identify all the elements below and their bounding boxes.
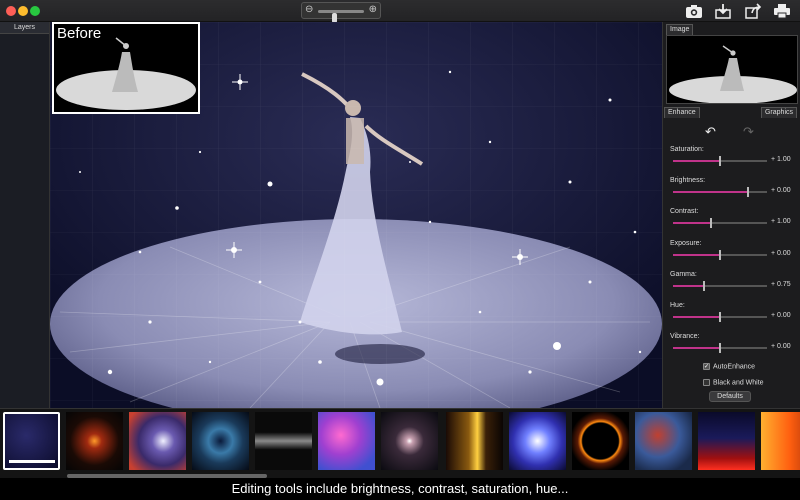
image-canvas[interactable]: Before (50, 22, 662, 408)
slider-fill (673, 284, 705, 287)
filmstrip-thumb-8[interactable] (446, 412, 503, 470)
slider-knob[interactable] (719, 343, 721, 354)
slider-label: Gamma: (670, 270, 697, 278)
slider-value: + 1.00 (771, 218, 791, 226)
zoom-control: ⊖ ⊕ (301, 2, 381, 23)
slider-knob[interactable] (719, 156, 721, 166)
slider-row: Brightness: + 0.00 (663, 177, 800, 205)
filmstrip-thumb-6[interactable] (318, 412, 375, 470)
window-title-bar: ⊖ ⊕ (0, 0, 800, 23)
tab-image[interactable]: Image (666, 24, 694, 35)
close-window-button[interactable] (6, 6, 16, 16)
filmstrip-thumb-7[interactable] (381, 412, 438, 470)
slider-label: Contrast: (670, 208, 699, 216)
slider-fill (673, 160, 720, 162)
slider-label: Hue: (670, 302, 685, 309)
slider-track[interactable] (673, 218, 767, 229)
slider-fill (673, 316, 720, 318)
print-icon[interactable] (773, 3, 791, 19)
image-preview (666, 35, 798, 104)
thumb-progress-bar (9, 460, 55, 463)
checkbox-checked-icon[interactable]: ✓ (703, 363, 710, 370)
slider-label: Brightness: (670, 177, 706, 185)
filmstrip-thumb-5[interactable] (255, 412, 312, 470)
black-white-checkbox[interactable]: Black and White (703, 379, 764, 386)
slider-track[interactable] (673, 156, 767, 166)
filmstrip-thumb-1[interactable] (3, 412, 60, 470)
export-icon[interactable] (714, 3, 732, 19)
slider-track[interactable] (673, 249, 767, 260)
slider-value: + 0.75 (771, 280, 791, 288)
slider-value: + 1.00 (771, 156, 791, 163)
slider-row: Hue: + 0.00 (663, 302, 800, 330)
filmstrip-thumb-3[interactable] (129, 412, 186, 470)
zoom-out-icon[interactable]: ⊖ (305, 4, 313, 15)
filmstrip-thumb-13[interactable] (761, 412, 800, 470)
slider-row: Saturation: + 1.00 (663, 146, 800, 174)
slider-fill (673, 191, 749, 194)
auto-enhance-checkbox[interactable]: ✓ AutoEnhance (703, 363, 755, 370)
filmstrip-thumb-4[interactable] (192, 412, 249, 470)
slider-fill (673, 253, 720, 256)
slider-track[interactable] (673, 280, 767, 291)
slider-label: Vibrance: (670, 333, 700, 341)
slider-value: + 0.00 (771, 343, 791, 351)
filmstrip-thumb-9[interactable] (509, 412, 566, 470)
undo-icon[interactable]: ↶ (705, 124, 716, 140)
slider-knob[interactable] (719, 249, 721, 260)
slider-knob[interactable] (747, 187, 750, 198)
slider-row: Vibrance: + 0.00 (663, 333, 800, 361)
slider-knob[interactable] (719, 312, 721, 322)
tab-graphics[interactable]: Graphics (760, 107, 797, 118)
slider-value: + 0.00 (771, 249, 791, 257)
before-preview[interactable]: Before (52, 22, 200, 114)
slider-track[interactable] (673, 343, 767, 354)
slider-row: Gamma: + 0.75 (663, 271, 800, 299)
filmstrip (0, 408, 800, 478)
filmstrip-thumb-12[interactable] (698, 412, 755, 470)
checkbox-unchecked-icon[interactable] (703, 379, 710, 386)
slider-label: Exposure: (670, 239, 702, 247)
layers-panel: Layers (0, 22, 50, 408)
slider-track[interactable] (673, 312, 767, 322)
slider-value: + 0.00 (771, 187, 791, 195)
zoom-window-button[interactable] (30, 6, 40, 16)
adjustments-panel: Image Enhance Graphics ↶ ↷ Saturation: + … (662, 22, 800, 408)
filmstrip-thumb-11[interactable] (635, 412, 692, 470)
layers-tab[interactable]: Layers (0, 22, 49, 34)
slider-label: Saturation: (670, 146, 704, 153)
black-white-label: Black and White (713, 379, 764, 387)
camera-add-icon[interactable] (685, 3, 703, 19)
defaults-button[interactable]: Defaults (709, 391, 751, 402)
tab-enhance[interactable]: Enhance (664, 107, 700, 118)
filmstrip-thumb-10[interactable] (572, 412, 629, 470)
before-label: Before (57, 25, 102, 42)
slider-value: + 0.00 (771, 312, 791, 319)
auto-enhance-label: AutoEnhance (713, 363, 756, 371)
slider-row: Contrast: + 1.00 (663, 208, 800, 236)
filmstrip-thumb-2[interactable] (66, 412, 123, 470)
slider-fill (673, 347, 720, 350)
zoom-in-icon[interactable]: ⊕ (369, 4, 377, 15)
redo-icon[interactable]: ↷ (743, 124, 754, 140)
slider-track[interactable] (673, 187, 767, 198)
slider-knob[interactable] (709, 218, 712, 229)
slider-row: Exposure: + 0.00 (663, 240, 800, 268)
zoom-slider-track[interactable] (318, 10, 364, 23)
caption-text: Editing tools include brightness, contra… (0, 478, 800, 500)
slider-knob[interactable] (703, 280, 706, 291)
minimize-window-button[interactable] (18, 6, 28, 16)
slider-fill (673, 222, 711, 225)
share-icon[interactable] (744, 3, 762, 19)
